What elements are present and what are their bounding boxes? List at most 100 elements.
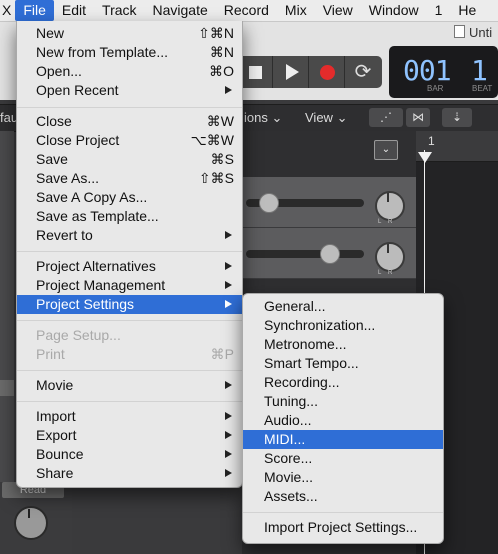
playhead-handle[interactable]	[418, 152, 432, 163]
cycle-button[interactable]: ⟳	[346, 56, 380, 88]
submenu-item-general[interactable]: General...	[243, 297, 443, 316]
menu-item-new-from-template[interactable]: New from Template... ⌘N	[17, 43, 242, 62]
submenu-item-import-project-settings[interactable]: Import Project Settings...	[243, 518, 443, 537]
menu-item-shortcut: ⌘S	[210, 151, 234, 167]
menu-item-project-management[interactable]: Project Management	[17, 276, 242, 295]
menu-item-label: Project Settings	[36, 296, 135, 312]
catch-button[interactable]: ⇣	[442, 108, 472, 127]
menu-item-close[interactable]: Close ⌘W	[17, 112, 242, 131]
submenu-item-label: Assets...	[264, 488, 318, 504]
menu-item-label: Movie	[36, 377, 74, 393]
volume-slider-knob[interactable]	[259, 193, 279, 213]
submenu-arrow-icon	[225, 469, 232, 477]
submenu-item-midi[interactable]: MIDI...	[243, 430, 443, 449]
submenu-arrow-icon	[225, 381, 232, 389]
submenu-item-score[interactable]: Score...	[243, 449, 443, 468]
menu-item-save-a-copy-as[interactable]: Save A Copy As...	[17, 188, 242, 207]
channel-knob[interactable]	[14, 506, 48, 540]
flex-button[interactable]: ⋈	[406, 108, 430, 127]
menu-bar-item-track[interactable]: Track	[94, 0, 144, 21]
view-menu[interactable]: View ⌄	[305, 109, 347, 127]
submenu-arrow-icon	[225, 431, 232, 439]
menu-item-movie[interactable]: Movie	[17, 376, 242, 395]
pan-indicator	[387, 244, 389, 253]
submenu-item-synchronization[interactable]: Synchronization...	[243, 316, 443, 335]
submenu-item-movie[interactable]: Movie...	[243, 468, 443, 487]
menu-item-project-alternatives[interactable]: Project Alternatives	[17, 257, 242, 276]
menu-bar-item-mix[interactable]: Mix	[277, 0, 315, 21]
menu-separator	[17, 401, 242, 402]
menu-bar-item-view[interactable]: View	[315, 0, 361, 21]
submenu-item-label: Recording...	[264, 374, 340, 390]
menu-bar-item-help[interactable]: He	[450, 0, 484, 21]
submenu-item-assets[interactable]: Assets...	[243, 487, 443, 506]
track-header-1[interactable]: L R	[242, 177, 416, 228]
submenu-item-smart-tempo[interactable]: Smart Tempo...	[243, 354, 443, 373]
menu-item-label: Page Setup...	[36, 327, 121, 343]
play-icon	[286, 64, 299, 80]
volume-slider-knob[interactable]	[320, 244, 340, 264]
pan-knob[interactable]	[375, 242, 405, 272]
menu-item-label: Open...	[36, 63, 82, 79]
submenu-item-recording[interactable]: Recording...	[243, 373, 443, 392]
menu-item-open-recent[interactable]: Open Recent	[17, 81, 242, 100]
view-menu-label: View	[305, 110, 333, 125]
menu-item-project-settings[interactable]: Project Settings	[17, 295, 242, 314]
menu-item-label: Save A Copy As...	[36, 189, 148, 205]
menu-bar-item-window[interactable]: Window	[361, 0, 427, 21]
submenu-item-label: Metronome...	[264, 336, 347, 352]
submenu-item-metronome[interactable]: Metronome...	[243, 335, 443, 354]
ruler-bar-number: 1	[428, 134, 435, 148]
menu-bar-item-navigate[interactable]: Navigate	[145, 0, 216, 21]
lcd-display[interactable]: 001 1 BAR BEAT	[389, 46, 498, 98]
lcd-beat-value: 1	[471, 54, 488, 87]
menu-item-label: Revert to	[36, 227, 93, 243]
menu-item-label: Close	[36, 113, 72, 129]
functions-menu[interactable]: ions ⌄	[244, 109, 282, 127]
menu-bar-item-1[interactable]: 1	[427, 0, 451, 21]
menu-item-save-as[interactable]: Save As... ⇧⌘S	[17, 169, 242, 188]
menu-item-export[interactable]: Export	[17, 426, 242, 445]
menu-item-label: Print	[36, 346, 65, 362]
menu-bar-item-record[interactable]: Record	[216, 0, 277, 21]
menu-item-label: Project Alternatives	[36, 258, 156, 274]
project-settings-submenu: General... Synchronization... Metronome.…	[242, 293, 444, 544]
track-header-2[interactable]: L R	[242, 228, 416, 279]
menu-item-bounce[interactable]: Bounce	[17, 445, 242, 464]
chevron-down-icon: ⌄	[336, 110, 348, 125]
menu-item-label: Share	[36, 465, 74, 481]
menu-item-save[interactable]: Save ⌘S	[17, 150, 242, 169]
volume-slider-track	[246, 250, 364, 258]
record-icon	[319, 64, 335, 80]
window-title-text: Unti	[469, 25, 493, 40]
menu-bar-item-file[interactable]: File	[15, 0, 54, 21]
menu-item-revert-to[interactable]: Revert to	[17, 226, 242, 245]
pan-lr-label: L R	[378, 219, 393, 225]
submenu-item-tuning[interactable]: Tuning...	[243, 392, 443, 411]
menu-item-open[interactable]: Open... ⌘O	[17, 62, 242, 81]
play-button[interactable]	[274, 56, 309, 88]
lcd-beat-label: BEAT	[472, 84, 493, 93]
menu-separator	[17, 320, 242, 321]
pan-knob[interactable]	[375, 191, 405, 221]
submenu-arrow-icon	[225, 281, 232, 289]
submenu-item-audio[interactable]: Audio...	[243, 411, 443, 430]
menu-item-share[interactable]: Share	[17, 464, 242, 483]
menu-item-close-project[interactable]: Close Project ⌥⌘W	[17, 131, 242, 150]
menu-item-new[interactable]: New ⇧⌘N	[17, 24, 242, 43]
menu-item-save-as-template[interactable]: Save as Template...	[17, 207, 242, 226]
pan-indicator	[387, 193, 389, 202]
cycle-icon: ⟳	[354, 61, 372, 83]
submenu-item-label: Audio...	[264, 412, 312, 428]
flex-icon: ⋈	[412, 110, 424, 124]
collapse-button[interactable]: ⌄	[374, 140, 398, 160]
stop-button[interactable]	[238, 56, 273, 88]
submenu-arrow-icon	[225, 300, 232, 308]
submenu-arrow-icon	[225, 412, 232, 420]
menu-bar-item-logic[interactable]: X	[0, 0, 15, 21]
automation-curve-button[interactable]: ⋰	[369, 108, 403, 127]
menu-item-import[interactable]: Import	[17, 407, 242, 426]
menu-item-shortcut: ⌘W	[206, 113, 234, 129]
menu-bar-item-edit[interactable]: Edit	[54, 0, 94, 21]
record-button[interactable]	[310, 56, 345, 88]
